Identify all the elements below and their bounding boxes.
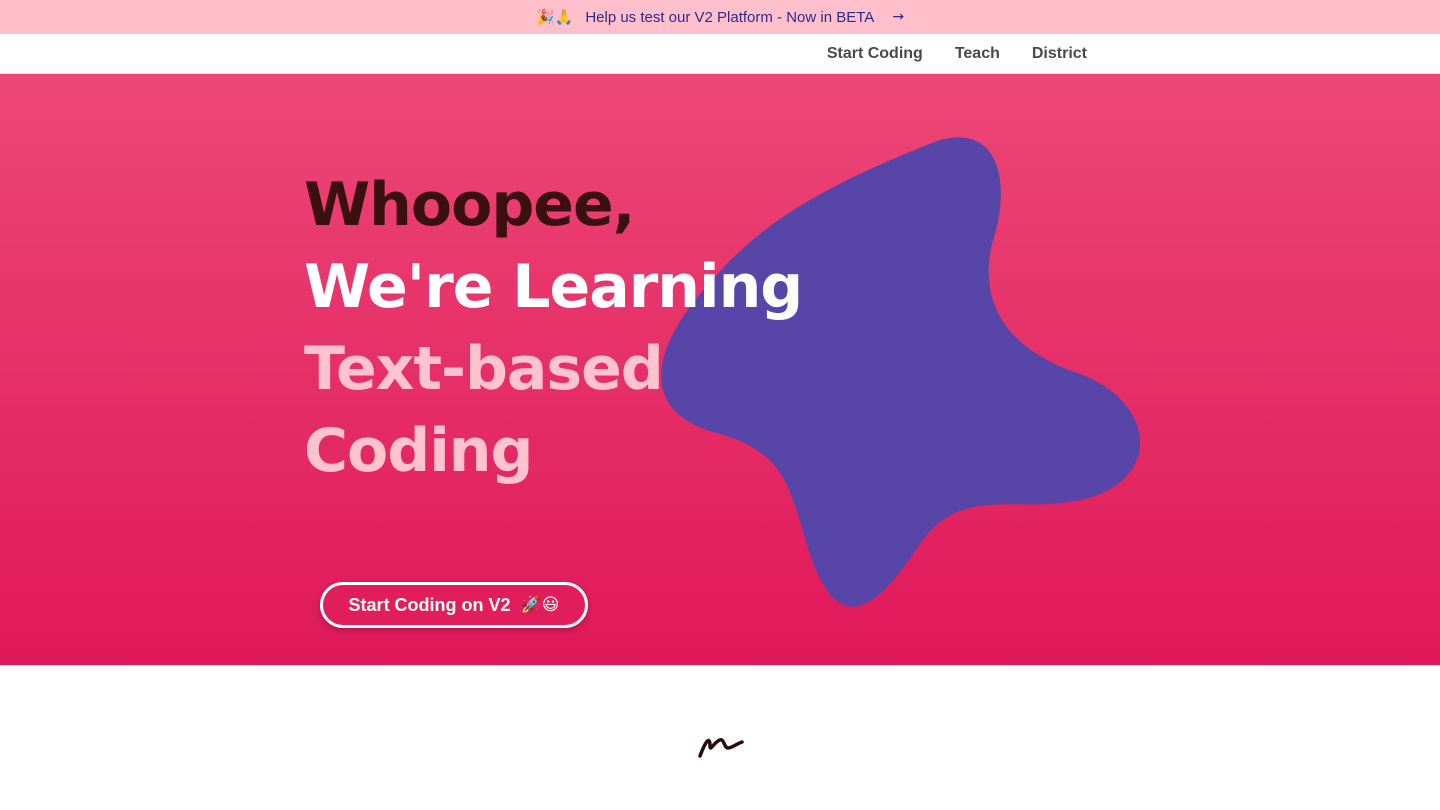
beta-banner-text[interactable]: Help us test our V2 Platform - Now in BE…	[585, 9, 874, 26]
party-pray-emoji-icon: 🎉🙏	[535, 8, 574, 26]
nav-links: Start Coding Teach District	[827, 34, 1087, 74]
headline-line-2: We're Learning	[304, 252, 803, 322]
beta-banner[interactable]: 🎉🙏 Help us test our V2 Platform - Now in…	[0, 0, 1440, 34]
scribble-logo-icon	[698, 738, 744, 758]
start-coding-v2-button[interactable]: Start Coding on V2 🚀😃	[320, 582, 588, 628]
headline-line-3: Text-based	[304, 334, 664, 404]
nav-start-coding-link[interactable]: Start Coding	[827, 45, 923, 63]
rocket-smile-emoji-icon: 🚀😃	[520, 595, 560, 615]
headline-line-1: Whoopee,	[304, 170, 635, 240]
headline-line-4: Coding	[304, 416, 533, 486]
nav-teach-link[interactable]: Teach	[955, 45, 1000, 63]
nav-district-link[interactable]: District	[1032, 45, 1087, 63]
hero-headline: Whoopee, We're Learning Text-based Codin…	[304, 164, 803, 492]
top-navigation: Start Coding Teach District	[0, 34, 1440, 74]
cta-label: Start Coding on V2	[348, 594, 511, 615]
hero-section: Whoopee, We're Learning Text-based Codin…	[0, 74, 1440, 665]
arrow-right-icon[interactable]: →	[892, 9, 904, 25]
